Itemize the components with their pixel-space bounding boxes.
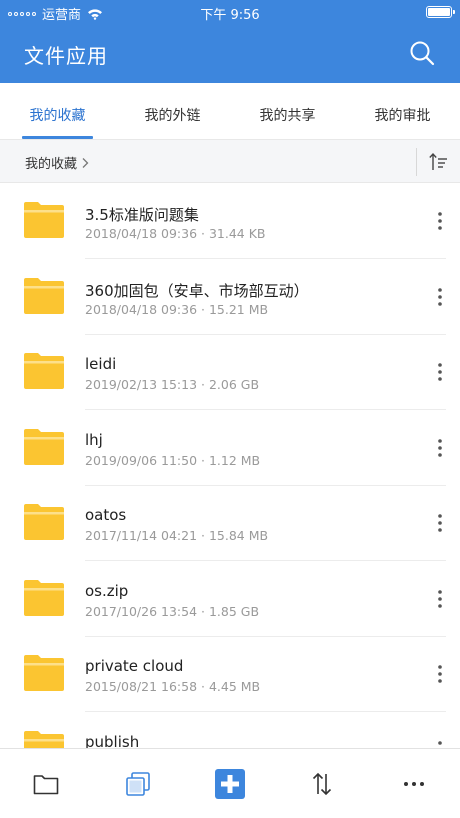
file-name: 3.5标准版问题集 xyxy=(85,206,199,224)
folder-icon xyxy=(33,774,59,794)
tab-2[interactable]: 我的外链 xyxy=(115,83,230,139)
more-vertical-icon[interactable] xyxy=(436,664,444,684)
divider xyxy=(416,148,417,176)
page-title: 文件应用 xyxy=(24,44,108,68)
more-vertical-icon[interactable] xyxy=(436,438,444,458)
breadcrumb[interactable]: 我的收藏 xyxy=(25,153,89,172)
file-list: 3.5标准版问题集 2018/04/18 09:36 · 31.44 KB 360加… xyxy=(0,183,460,748)
folder-icon xyxy=(24,579,64,616)
folder-icon xyxy=(24,353,64,389)
file-name: os.zip xyxy=(85,581,129,600)
file-date: 2017/10/26 13:54 xyxy=(85,603,198,619)
more-icon xyxy=(404,781,424,786)
file-size: 15.21 MB xyxy=(208,301,269,317)
copy-icon xyxy=(126,771,150,796)
file-meta: 2018/04/18 09:36 · 31.44 KB xyxy=(85,226,266,241)
tab-4[interactable]: 我的审批 xyxy=(345,83,460,139)
tab-label: 我的收藏 xyxy=(29,108,86,124)
file-date: 2019/09/06 11:50 xyxy=(85,452,198,468)
file-size: 31.44 KB xyxy=(208,226,266,241)
file-name: leidi xyxy=(85,355,117,373)
file-size: 1.12 MB xyxy=(208,452,261,468)
folder-icon xyxy=(24,277,64,314)
transfer-icon xyxy=(312,772,332,795)
file-size: 2.06 GB xyxy=(208,377,260,392)
file-size: 1.85 GB xyxy=(208,603,260,619)
meta-separator: · xyxy=(197,452,209,468)
file-date: 2017/11/14 04:21 xyxy=(85,528,198,543)
file-meta: 2019/02/13 15:13 · 2.06 GB xyxy=(85,377,259,392)
file-date: 2018/04/18 09:36 xyxy=(85,301,198,317)
file-date: 2015/08/21 16:58 xyxy=(85,679,198,694)
sort-icon[interactable] xyxy=(428,152,448,172)
tab-label: 我的共享 xyxy=(259,108,316,124)
file-row[interactable]: os.zip 2017/10/26 13:54 · 1.85 GB xyxy=(0,561,460,637)
file-row[interactable]: leidi 2019/02/13 15:13 · 2.06 GB xyxy=(0,334,460,410)
search-icon[interactable] xyxy=(408,39,436,67)
more-vertical-icon[interactable] xyxy=(436,211,444,231)
file-row[interactable]: oatos 2017/11/14 04:21 · 15.84 MB xyxy=(0,485,460,561)
bottom-transfer-button[interactable] xyxy=(276,749,368,818)
file-size: 15.84 MB xyxy=(208,528,269,543)
folder-icon xyxy=(24,730,64,748)
bottom-more-button[interactable] xyxy=(368,749,460,818)
file-name: oatos xyxy=(85,506,127,524)
file-meta: 2017/10/26 13:54 · 1.85 GB xyxy=(85,604,259,619)
more-vertical-icon[interactable] xyxy=(436,589,444,609)
more-vertical-icon[interactable] xyxy=(436,287,444,307)
add-icon xyxy=(215,768,245,799)
file-name: lhj xyxy=(85,430,103,449)
folder-icon xyxy=(24,202,64,238)
file-name: private cloud xyxy=(85,657,184,675)
more-vertical-icon[interactable] xyxy=(436,740,444,748)
tab-bar: 我的收藏 我的外链 我的共享 我的审批 xyxy=(0,83,460,139)
file-meta: 2017/11/14 04:21 · 15.84 MB xyxy=(85,528,268,543)
meta-separator: · xyxy=(197,301,209,317)
file-date: 2019/02/13 15:13 xyxy=(85,377,198,392)
folder-icon xyxy=(24,428,64,465)
file-meta: 2019/09/06 11:50 · 1.12 MB xyxy=(85,453,260,468)
more-vertical-icon[interactable] xyxy=(436,362,444,382)
meta-separator: · xyxy=(197,377,209,392)
tab-3[interactable]: 我的共享 xyxy=(230,83,345,139)
file-size: 4.45 MB xyxy=(208,679,261,694)
bottom-folder-button[interactable] xyxy=(0,749,92,818)
file-meta: 2015/08/21 16:58 · 4.45 MB xyxy=(85,679,260,694)
folder-icon xyxy=(24,655,64,691)
folder-icon xyxy=(24,504,64,540)
bottom-copy-button[interactable] xyxy=(92,749,184,818)
file-row[interactable]: private cloud 2015/08/21 16:58 · 4.45 MB xyxy=(0,636,460,712)
breadcrumb-label: 我的收藏 xyxy=(25,157,78,172)
battery-icon xyxy=(426,6,455,18)
file-row[interactable]: publish xyxy=(0,712,460,749)
status-bar: 运营商 下午 9:56 xyxy=(0,0,460,24)
file-name: 360加固包（安卓、市场部互动） xyxy=(85,281,309,300)
tab-1[interactable]: 我的收藏 xyxy=(0,83,115,139)
meta-separator: · xyxy=(197,528,209,543)
meta-separator: · xyxy=(197,226,209,241)
meta-separator: · xyxy=(197,603,209,619)
meta-separator: · xyxy=(197,679,209,694)
app-header: 文件应用 xyxy=(0,24,460,83)
bottom-toolbar xyxy=(0,748,460,818)
status-time: 下午 9:56 xyxy=(200,8,260,23)
bottom-add-button[interactable] xyxy=(184,749,276,818)
file-date: 2018/04/18 09:36 xyxy=(85,226,198,241)
file-row[interactable]: lhj 2019/09/06 11:50 · 1.12 MB xyxy=(0,410,460,486)
breadcrumb-bar: 我的收藏 xyxy=(0,139,460,183)
chevron-right-icon xyxy=(82,157,89,168)
file-name: publish xyxy=(85,732,140,749)
file-row[interactable]: 360加固包（安卓、市场部互动） 2018/04/18 09:36 · 15.21… xyxy=(0,259,460,335)
file-row[interactable]: 3.5标准版问题集 2018/04/18 09:36 · 31.44 KB xyxy=(0,183,460,259)
file-meta: 2018/04/18 09:36 · 15.21 MB xyxy=(85,302,268,317)
more-vertical-icon[interactable] xyxy=(436,513,444,533)
tab-label: 我的外链 xyxy=(144,108,201,124)
tab-label: 我的审批 xyxy=(374,108,431,124)
